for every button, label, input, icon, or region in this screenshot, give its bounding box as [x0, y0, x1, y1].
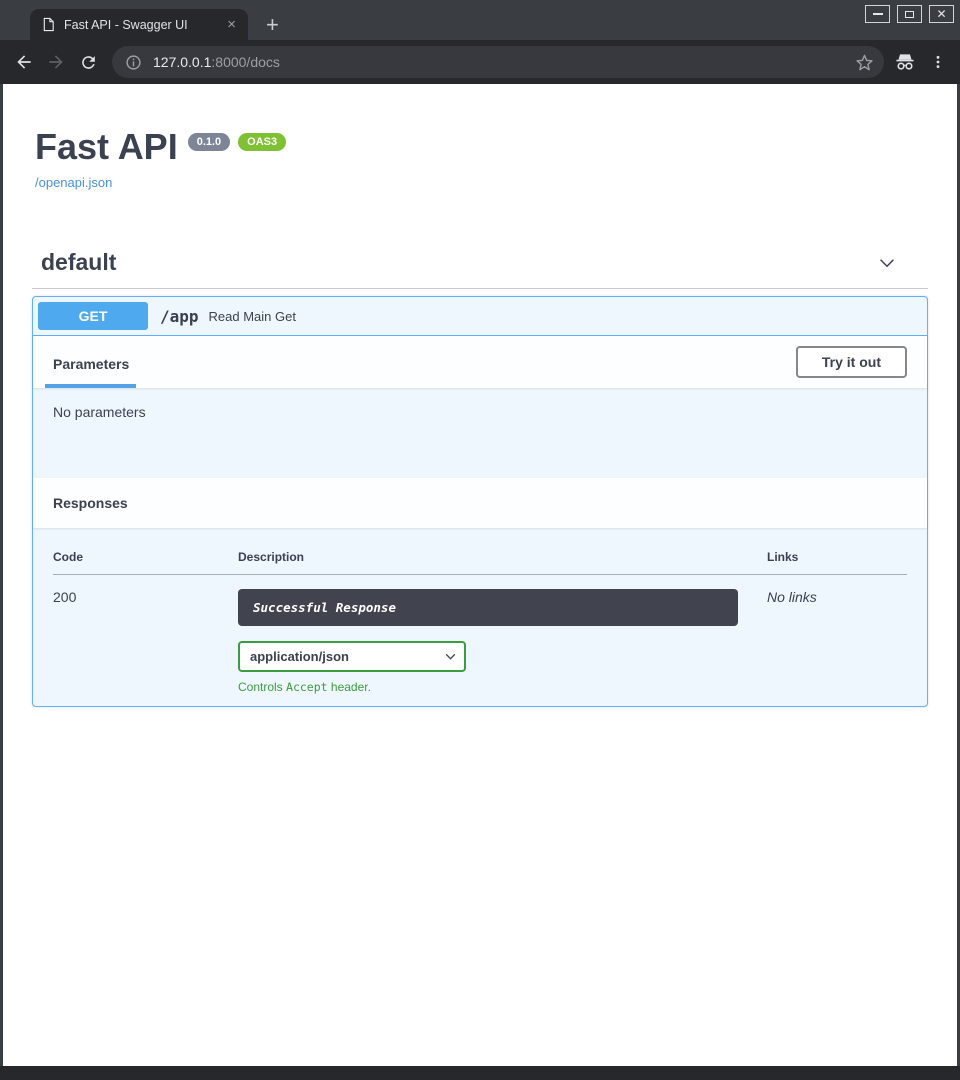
responses-table: Code Description Links 200 Successful Re… [53, 544, 907, 694]
tag-section-default: default GET /app Read Main Get Parameter… [32, 249, 928, 707]
reload-button[interactable] [72, 46, 104, 78]
responses-header: Responses [33, 478, 927, 528]
url-path: :8000/docs [211, 54, 280, 70]
close-button[interactable]: ✕ [929, 5, 954, 23]
toolbar-actions [894, 53, 950, 71]
favicon-document-icon [41, 17, 56, 32]
tag-name: default [41, 249, 116, 276]
version-badge: 0.1.0 [188, 133, 230, 151]
column-header-description: Description [238, 544, 767, 575]
badges: 0.1.0 OAS3 [188, 128, 286, 151]
responses-heading: Responses [53, 495, 128, 511]
operation-summary: Read Main Get [209, 309, 296, 324]
column-header-links: Links [767, 544, 907, 575]
opblock-summary[interactable]: GET /app Read Main Get [33, 297, 927, 336]
page-title: Fast API [35, 128, 178, 166]
bookmark-star-icon[interactable] [855, 53, 874, 72]
page-viewport: Fast API 0.1.0 OAS3 /openapi.json defaul… [3, 84, 957, 1066]
menu-kebab-icon[interactable] [930, 53, 946, 71]
window-controls: ✕ [865, 5, 954, 23]
forward-button[interactable] [40, 46, 72, 78]
url-text: 127.0.0.1:8000/docs [153, 54, 855, 70]
window-bottom-border [0, 1066, 960, 1080]
forward-icon [46, 52, 66, 72]
media-type-select[interactable]: application/json [238, 641, 466, 672]
response-description: Successful Response [238, 589, 738, 626]
response-links: No links [767, 575, 907, 695]
openapi-spec-link[interactable]: /openapi.json [35, 175, 112, 190]
back-button[interactable] [8, 46, 40, 78]
responses-body: Code Description Links 200 Successful Re… [33, 528, 927, 706]
oas-badge: OAS3 [238, 133, 286, 151]
tab-strip: Fast API - Swagger UI × + ✕ [0, 0, 960, 40]
parameters-body: No parameters [33, 388, 927, 478]
swagger-ui: Fast API 0.1.0 OAS3 /openapi.json defaul… [3, 128, 957, 707]
chevron-down-icon[interactable] [876, 252, 898, 274]
operation-path: /app [160, 307, 199, 326]
accept-code: Accept [286, 680, 328, 694]
column-header-code: Code [53, 544, 238, 575]
accept-header-hint: Controls Accept header. [238, 680, 767, 694]
page-info-icon[interactable] [125, 54, 142, 71]
browser-toolbar: 127.0.0.1:8000/docs [0, 40, 960, 84]
reload-icon [79, 53, 98, 72]
parameters-header: Parameters Try it out [33, 336, 927, 388]
omnibox[interactable]: 127.0.0.1:8000/docs [112, 46, 884, 78]
opblock-get-app: GET /app Read Main Get Parameters Try it… [32, 296, 928, 707]
minimize-icon [873, 13, 883, 15]
api-info: Fast API 0.1.0 OAS3 /openapi.json [32, 128, 928, 192]
response-code: 200 [53, 575, 238, 695]
response-row-200: 200 Successful Response application/json [53, 575, 907, 695]
no-parameters-text: No parameters [53, 404, 146, 420]
browser-window: Fast API - Swagger UI × + ✕ [0, 0, 960, 1080]
try-it-out-button[interactable]: Try it out [796, 346, 907, 378]
url-host: 127.0.0.1 [153, 54, 211, 70]
media-type-wrap: application/json [238, 641, 466, 672]
maximize-button[interactable] [897, 5, 922, 23]
back-icon [14, 52, 34, 72]
tab-title: Fast API - Swagger UI [64, 18, 215, 32]
close-icon: ✕ [936, 8, 946, 20]
new-tab-button[interactable]: + [266, 14, 279, 36]
tag-header[interactable]: default [32, 249, 928, 276]
browser-tab[interactable]: Fast API - Swagger UI × [30, 9, 248, 40]
minimize-button[interactable] [865, 5, 890, 23]
incognito-icon [894, 53, 916, 71]
tab-parameters: Parameters [45, 356, 136, 388]
tab-close-icon[interactable]: × [223, 17, 240, 32]
maximize-icon [905, 11, 914, 18]
method-badge: GET [38, 302, 148, 330]
tag-divider [32, 288, 928, 289]
